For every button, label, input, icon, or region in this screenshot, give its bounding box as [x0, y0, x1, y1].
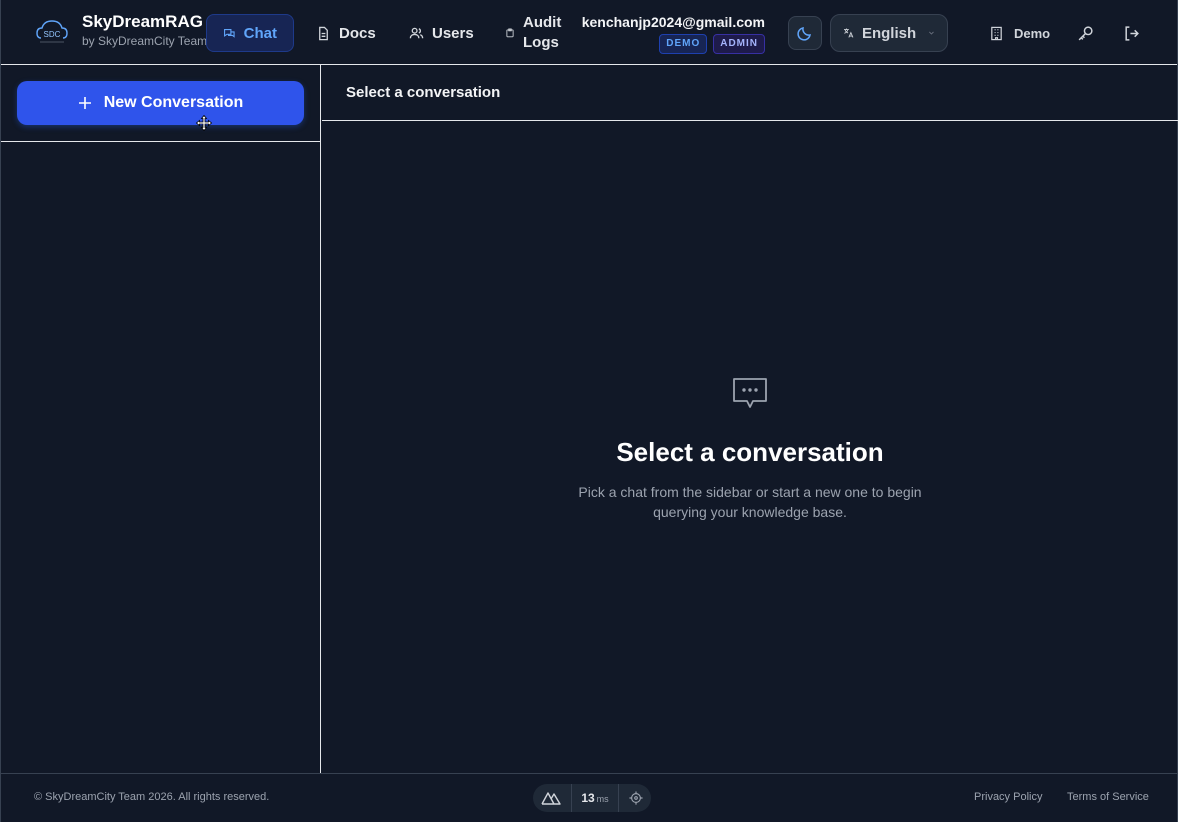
empty-state-description: Pick a chat from the sidebar or start a … [578, 484, 922, 520]
perf-separator [618, 784, 620, 812]
nav-chat[interactable]: Chat [206, 14, 294, 52]
privacy-policy-link[interactable]: Privacy Policy [974, 791, 1042, 803]
document-icon [319, 26, 328, 40]
plus-icon [78, 97, 91, 109]
skydreamcity-logo-icon[interactable]: SDC [35, 18, 69, 46]
nav-docs-label: Docs [339, 24, 376, 42]
nav-audit-logs[interactable]: Audit Logs [495, 14, 573, 52]
brand-subtitle: by SkyDreamCity Team [82, 34, 208, 48]
chat-main: Select a conversation Select a conversat… [322, 65, 1178, 773]
chat-dots-icon [733, 378, 767, 408]
moon-icon [797, 27, 811, 41]
empty-state: Select a conversation Pick a chat from t… [322, 375, 1178, 522]
chat-bubbles-icon [224, 28, 235, 38]
api-key-button[interactable] [1068, 16, 1102, 50]
nav-audit-logs-label: Audit Logs [523, 14, 562, 51]
user-email: kenchanjp2024@gmail.com [581, 14, 765, 30]
nav-users[interactable]: Users [393, 14, 490, 52]
perf-separator [570, 784, 572, 812]
tenant-label: Demo [1014, 25, 1051, 41]
key-icon [1078, 25, 1093, 40]
theme-toggle-button[interactable] [788, 16, 822, 50]
user-badges: DEMO ADMIN [581, 34, 765, 54]
building-icon [991, 26, 1002, 40]
move-cursor-icon [196, 115, 212, 131]
new-conversation-label: New Conversation [103, 94, 244, 111]
brand[interactable]: SkyDreamRAG by SkyDreamCity Team [82, 12, 207, 49]
nav-users-label: Users [432, 24, 474, 42]
new-conversation-button[interactable]: New Conversation [17, 81, 304, 125]
perf-value: 13 ms [581, 791, 608, 805]
nuxt-logo-icon[interactable] [541, 791, 561, 805]
language-selected-value: English [861, 24, 917, 42]
users-icon [409, 27, 424, 38]
app-window: SDC SkyDreamRAG by SkyDreamCity Team Cha… [0, 0, 1178, 822]
tenant-button[interactable]: Demo [985, 14, 1054, 52]
conversation-sidebar: New Conversation [1, 65, 321, 773]
top-header: SDC SkyDreamRAG by SkyDreamCity Team Cha… [1, 0, 1177, 65]
terms-of-service-link[interactable]: Terms of Service [1067, 791, 1149, 803]
nav-docs[interactable]: Docs [300, 14, 392, 52]
user-info: kenchanjp2024@gmail.com DEMO ADMIN [581, 13, 765, 54]
logout-button[interactable] [1114, 16, 1148, 50]
sidebar-top: New Conversation [1, 65, 320, 142]
perf-number: 13 [581, 791, 595, 805]
logout-icon [1124, 25, 1139, 41]
devtools-perf-widget[interactable]: 13 ms [533, 784, 651, 812]
language-select[interactable]: English [830, 14, 948, 52]
logo-text: SDC [44, 30, 61, 39]
chevron-down-icon [929, 31, 934, 35]
demo-badge: DEMO [659, 34, 708, 54]
main-header-title: Select a conversation [322, 65, 1178, 121]
admin-badge: ADMIN [713, 34, 765, 54]
page-footer: © SkyDreamCity Team 2026. All rights res… [1, 773, 1177, 822]
empty-state-title: Select a conversation [616, 437, 884, 467]
brand-name: SkyDreamRAG [82, 12, 203, 31]
perf-unit: ms [596, 794, 609, 804]
clipboard-icon [506, 28, 514, 38]
crosshair-icon[interactable] [629, 791, 643, 805]
translate-icon [844, 28, 854, 38]
copyright-text: © SkyDreamCity Team 2026. All rights res… [34, 791, 270, 803]
nav-chat-label: Chat [243, 24, 277, 42]
